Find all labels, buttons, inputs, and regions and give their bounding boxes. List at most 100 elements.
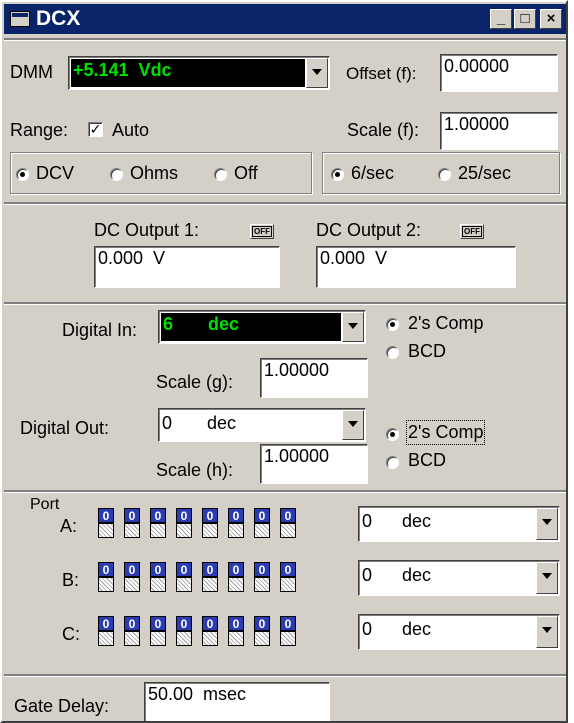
port-bit-switch xyxy=(254,577,270,592)
dmm-reading-combo[interactable]: +5.141 Vdc xyxy=(68,56,330,90)
dc-output-1-toggle[interactable]: OFF xyxy=(250,224,274,239)
port-bit-toggle[interactable]: 0 xyxy=(254,616,270,646)
mode-off-label: Off xyxy=(234,163,258,183)
port-bit-toggle[interactable]: 0 xyxy=(150,508,166,538)
port-bit-toggle[interactable]: 0 xyxy=(124,508,140,538)
port-bit-switch xyxy=(150,631,166,646)
chevron-down-icon[interactable] xyxy=(536,616,558,648)
scale-f-field[interactable]: 1.00000 xyxy=(440,112,558,150)
port-bit-toggle[interactable]: 0 xyxy=(124,562,140,592)
port-bit-toggle[interactable]: 0 xyxy=(176,562,192,592)
digital-in-value: 6 dec xyxy=(161,313,341,341)
digital-out-value: 0 dec xyxy=(162,413,237,433)
chevron-down-icon[interactable] xyxy=(306,58,328,88)
offset-field[interactable]: 0.00000 xyxy=(440,54,558,92)
digital-panel: Digital In: 6 dec 2's Comp BCD Scale (g)… xyxy=(4,302,566,488)
port-bit-toggle[interactable]: 0 xyxy=(202,616,218,646)
dc-output-2-label: DC Output 2: xyxy=(316,220,422,240)
port-bit-toggle[interactable]: 0 xyxy=(150,562,166,592)
rate-25-radio[interactable] xyxy=(438,168,451,181)
dmm-reading: +5.141 Vdc xyxy=(71,59,305,87)
port-bit-value: 0 xyxy=(254,562,270,577)
digital-in-bcd-label: BCD xyxy=(408,341,447,361)
port-value-combo[interactable]: 0 dec xyxy=(358,560,560,596)
port-bit-toggle[interactable]: 0 xyxy=(150,616,166,646)
maximize-button[interactable]: □ xyxy=(514,9,536,29)
mode-ohms-radio[interactable] xyxy=(110,168,123,181)
scale-g-field[interactable]: 1.00000 xyxy=(260,358,368,398)
digital-in-combo[interactable]: 6 dec xyxy=(158,310,366,344)
chevron-down-icon[interactable] xyxy=(342,410,364,440)
port-bit-value: 0 xyxy=(228,562,244,577)
port-bit-switch xyxy=(228,631,244,646)
port-bit-toggle[interactable]: 0 xyxy=(228,616,244,646)
dmm-panel: DMM +5.141 Vdc Offset (f): 0.00000 Range… xyxy=(4,38,566,194)
dc-output-2-toggle[interactable]: OFF xyxy=(460,224,484,239)
dc-output-1-field[interactable]: 0.000 V xyxy=(94,246,280,288)
minimize-button[interactable]: _ xyxy=(490,9,512,29)
dc-output-1-toggle-text: OFF xyxy=(252,226,272,237)
port-bit-toggle[interactable]: 0 xyxy=(202,508,218,538)
digital-out-combo[interactable]: 0 dec xyxy=(158,408,366,442)
close-button[interactable]: × xyxy=(540,9,562,29)
port-bit-toggle[interactable]: 0 xyxy=(98,616,114,646)
port-bit-value: 0 xyxy=(98,616,114,631)
port-bit-value: 0 xyxy=(202,616,218,631)
title-bar[interactable]: DCX _ □ × xyxy=(4,4,566,34)
port-bit-toggle[interactable]: 0 xyxy=(254,562,270,592)
port-bit-toggle[interactable]: 0 xyxy=(228,562,244,592)
digital-in-2s-comp-label: 2's Comp xyxy=(408,313,484,333)
digital-out-bcd-radio[interactable] xyxy=(386,456,399,469)
port-bit-value: 0 xyxy=(124,616,140,631)
port-bit-switch xyxy=(228,577,244,592)
port-bit-value: 0 xyxy=(254,508,270,523)
offset-label: Offset (f): xyxy=(346,64,417,83)
auto-range-checkbox[interactable]: ✓ xyxy=(88,122,103,137)
mode-off-radio[interactable] xyxy=(214,168,227,181)
port-bit-value: 0 xyxy=(202,508,218,523)
port-bit-toggle[interactable]: 0 xyxy=(98,562,114,592)
port-bit-switch xyxy=(176,577,192,592)
port-bit-toggle[interactable]: 0 xyxy=(280,616,296,646)
scale-h-field[interactable]: 1.00000 xyxy=(260,444,368,484)
gate-delay-field[interactable]: 50.00 msec xyxy=(144,682,330,721)
port-bit-toggle[interactable]: 0 xyxy=(254,508,270,538)
port-row-label: C: xyxy=(62,624,80,644)
port-bit-switch xyxy=(254,523,270,538)
port-bit-toggle[interactable]: 0 xyxy=(280,562,296,592)
port-value: 0 dec xyxy=(362,565,432,585)
dc-output-2-field[interactable]: 0.000 V xyxy=(316,246,516,288)
port-bit-switch xyxy=(280,523,296,538)
port-bit-value: 0 xyxy=(280,616,296,631)
window-icon[interactable] xyxy=(10,11,30,27)
port-bit-toggle[interactable]: 0 xyxy=(228,508,244,538)
port-bit-switch xyxy=(280,631,296,646)
chevron-down-icon[interactable] xyxy=(536,508,558,540)
mode-dcv-radio[interactable] xyxy=(16,168,29,181)
port-bit-value: 0 xyxy=(228,508,244,523)
port-bit-toggle[interactable]: 0 xyxy=(280,508,296,538)
port-bit-toggle[interactable]: 0 xyxy=(176,616,192,646)
port-bit-value: 0 xyxy=(176,508,192,523)
port-bit-switch xyxy=(202,577,218,592)
scale-g-label: Scale (g): xyxy=(156,372,234,392)
digital-in-bcd-radio[interactable] xyxy=(386,346,399,359)
port-bit-value: 0 xyxy=(124,508,140,523)
rate-6-radio[interactable] xyxy=(331,168,344,181)
port-bit-switch xyxy=(228,523,244,538)
digital-in-2s-comp-radio[interactable] xyxy=(386,318,399,331)
port-bit-toggle[interactable]: 0 xyxy=(124,616,140,646)
port-bit-toggle[interactable]: 0 xyxy=(176,508,192,538)
gate-delay-label: Gate Delay: xyxy=(14,696,110,716)
port-value-combo[interactable]: 0 dec xyxy=(358,506,560,542)
port-bit-switch xyxy=(176,523,192,538)
chevron-down-icon[interactable] xyxy=(342,312,364,342)
port-bit-toggle[interactable]: 0 xyxy=(98,508,114,538)
digital-out-2s-comp-radio[interactable] xyxy=(386,428,399,441)
port-value-combo[interactable]: 0 dec xyxy=(358,614,560,650)
mode-ohms-label: Ohms xyxy=(130,163,179,183)
port-bit-value: 0 xyxy=(150,562,166,577)
chevron-down-icon[interactable] xyxy=(536,562,558,594)
mode-dcv-label: DCV xyxy=(36,163,75,183)
port-bit-toggle[interactable]: 0 xyxy=(202,562,218,592)
